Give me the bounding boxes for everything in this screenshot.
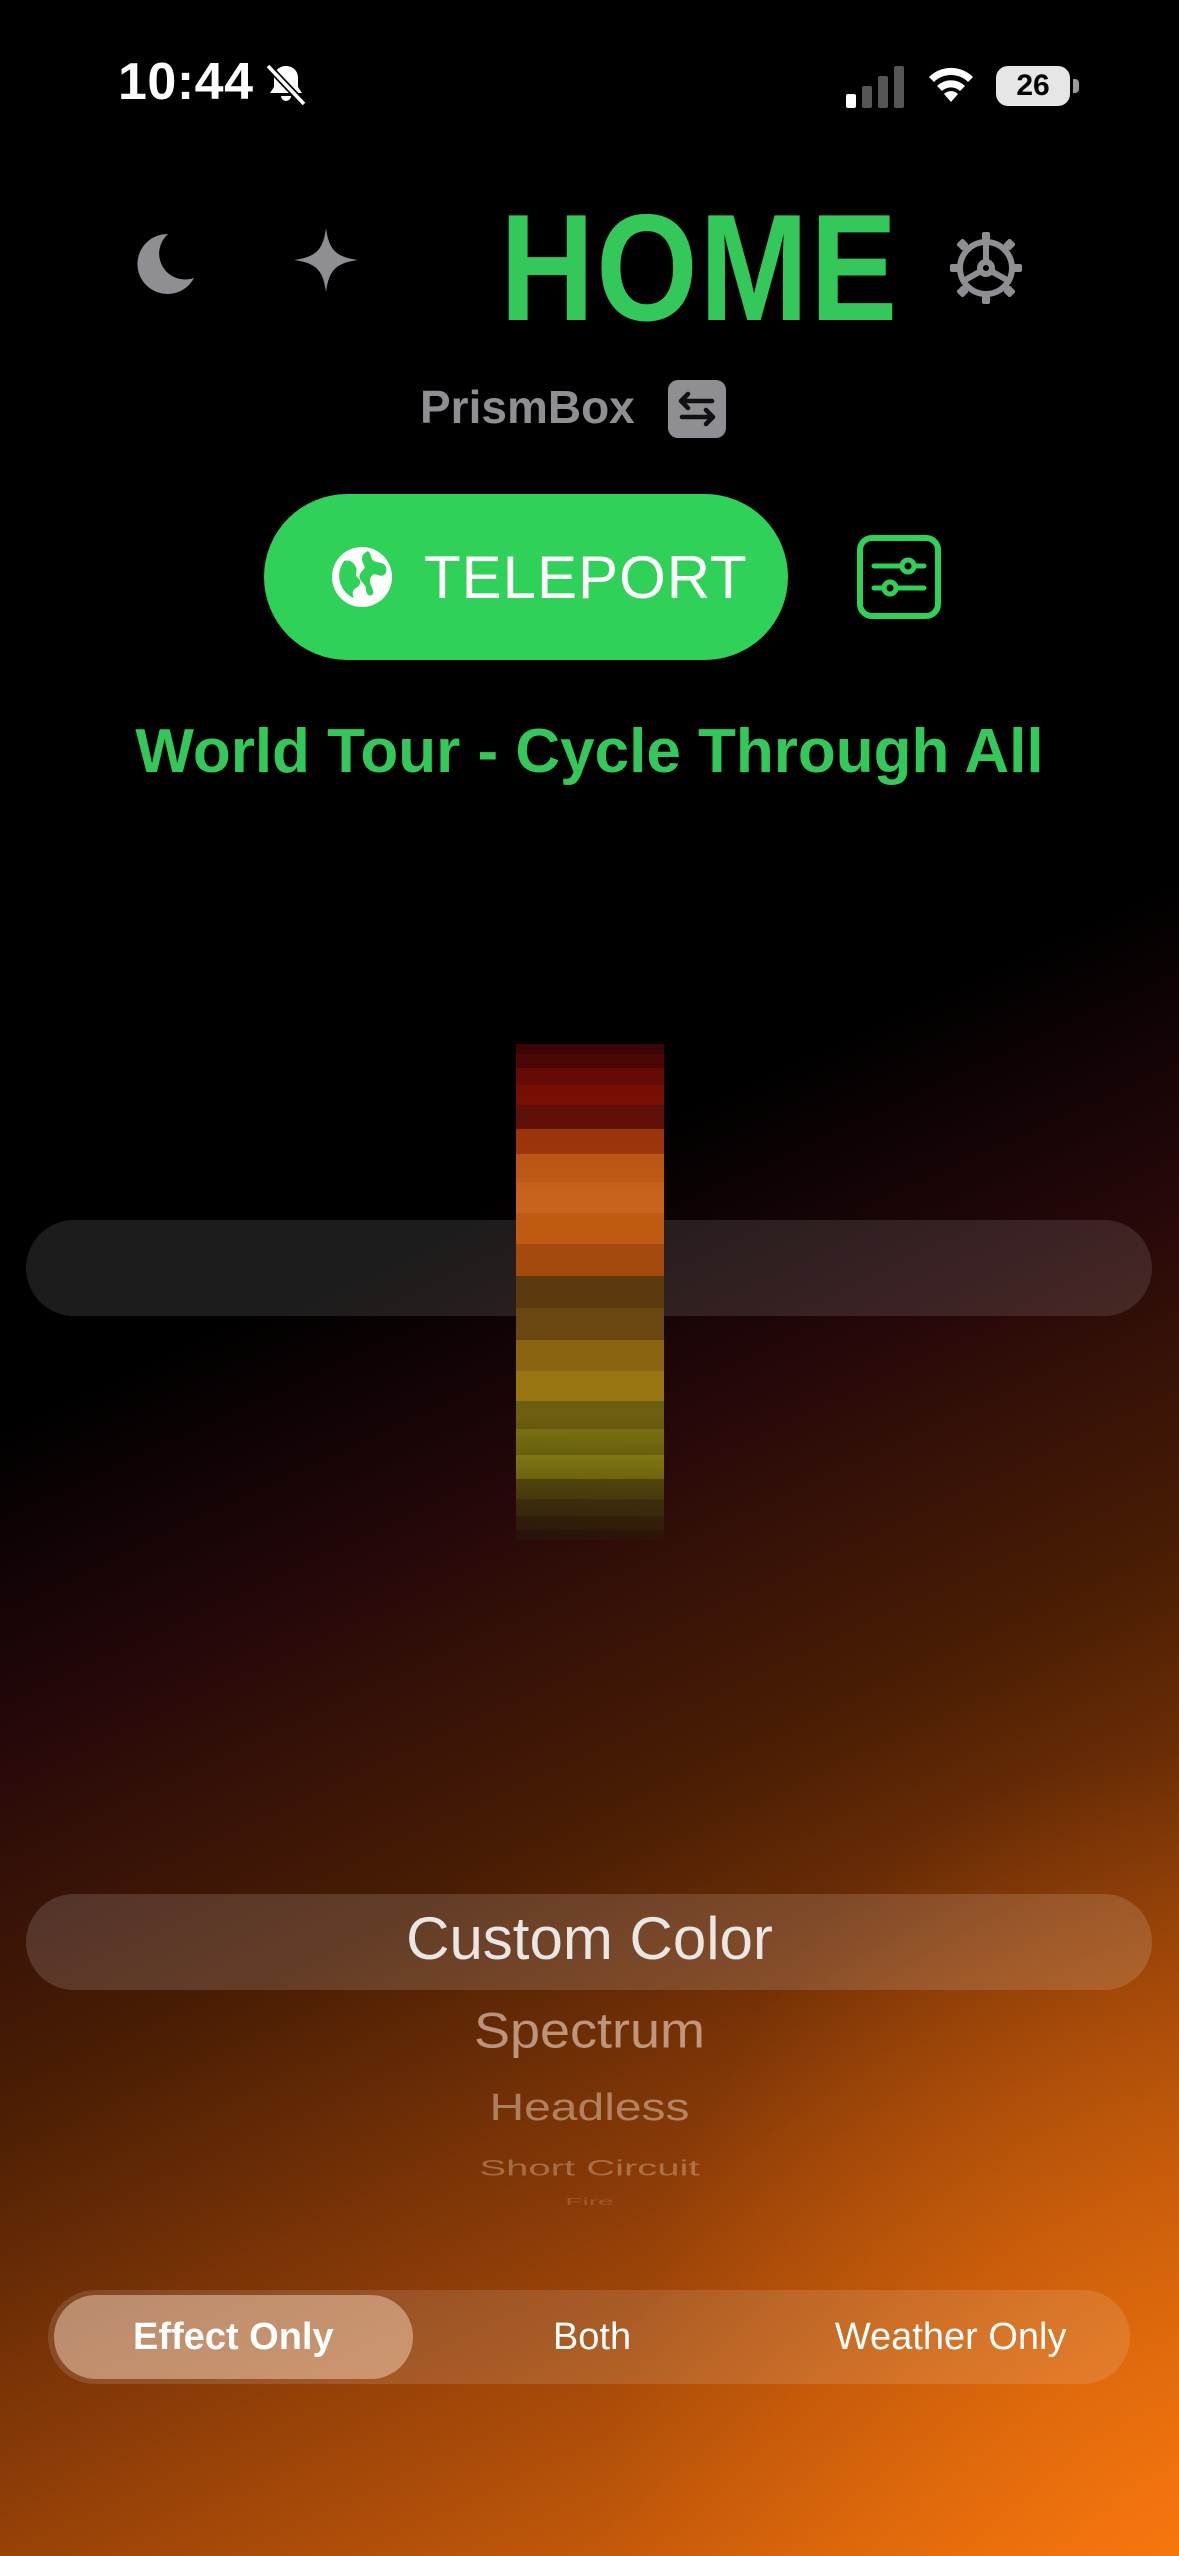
swap-device-button[interactable]	[668, 380, 726, 438]
color-swatch[interactable]	[516, 1044, 664, 1055]
color-swatch[interactable]	[516, 1212, 664, 1244]
effect-option-fire[interactable]: Fire	[0, 2196, 1179, 2207]
color-swatch[interactable]	[516, 1498, 664, 1517]
color-swatch[interactable]	[516, 1455, 664, 1479]
effect-option-short-circuit[interactable]: Short Circuit	[0, 2156, 1179, 2181]
color-swatch[interactable]	[516, 1340, 664, 1372]
color-swatch[interactable]	[516, 1067, 664, 1085]
effect-option-custom-color[interactable]: Custom Color	[0, 1904, 1179, 1973]
mode-subtitle: World Tour - Cycle Through All	[135, 717, 1044, 786]
color-swatch[interactable]	[516, 1308, 664, 1341]
color-swatch[interactable]	[516, 1105, 664, 1129]
segment-effect-only[interactable]: Effect Only	[54, 2295, 413, 2379]
swap-icon	[678, 391, 716, 427]
effect-option-headless[interactable]: Headless	[0, 2086, 1179, 2130]
color-picker-wheel[interactable]	[516, 1044, 664, 1540]
color-swatch[interactable]	[516, 1529, 664, 1540]
teleport-label: TELEPORT	[424, 543, 748, 611]
sparkle-icon[interactable]	[292, 226, 360, 294]
color-swatch[interactable]	[516, 1516, 664, 1530]
gear-icon[interactable]	[946, 228, 1026, 308]
device-name: PrismBox	[420, 381, 635, 433]
bell-slash-icon	[265, 63, 307, 107]
battery-icon: 26	[996, 66, 1080, 106]
color-swatch[interactable]	[516, 1128, 664, 1155]
color-swatch[interactable]	[516, 1275, 664, 1309]
color-swatch[interactable]	[516, 1154, 664, 1183]
effect-option-spectrum[interactable]: Spectrum	[0, 2002, 1179, 2059]
color-swatch[interactable]	[516, 1429, 664, 1456]
color-swatch[interactable]	[516, 1401, 664, 1430]
status-time: 10:44	[118, 53, 254, 111]
segment-both[interactable]: Both	[413, 2295, 772, 2379]
teleport-button[interactable]: TELEPORT	[264, 494, 788, 660]
mode-segmented-control: Effect Only Both Weather Only	[48, 2290, 1130, 2384]
moon-icon[interactable]	[128, 228, 200, 300]
cellular-signal-icon	[846, 66, 904, 108]
color-swatch[interactable]	[516, 1182, 664, 1213]
globe-icon	[332, 547, 392, 607]
color-swatch[interactable]	[516, 1371, 664, 1402]
battery-level: 26	[996, 66, 1070, 106]
color-swatch[interactable]	[516, 1054, 664, 1068]
color-swatch[interactable]	[516, 1084, 664, 1106]
page-title: HOME	[500, 183, 900, 353]
segment-weather-only[interactable]: Weather Only	[771, 2295, 1130, 2379]
color-swatch[interactable]	[516, 1478, 664, 1499]
sliders-icon[interactable]	[856, 534, 942, 620]
color-swatch[interactable]	[516, 1243, 664, 1276]
wifi-icon	[929, 67, 973, 102]
